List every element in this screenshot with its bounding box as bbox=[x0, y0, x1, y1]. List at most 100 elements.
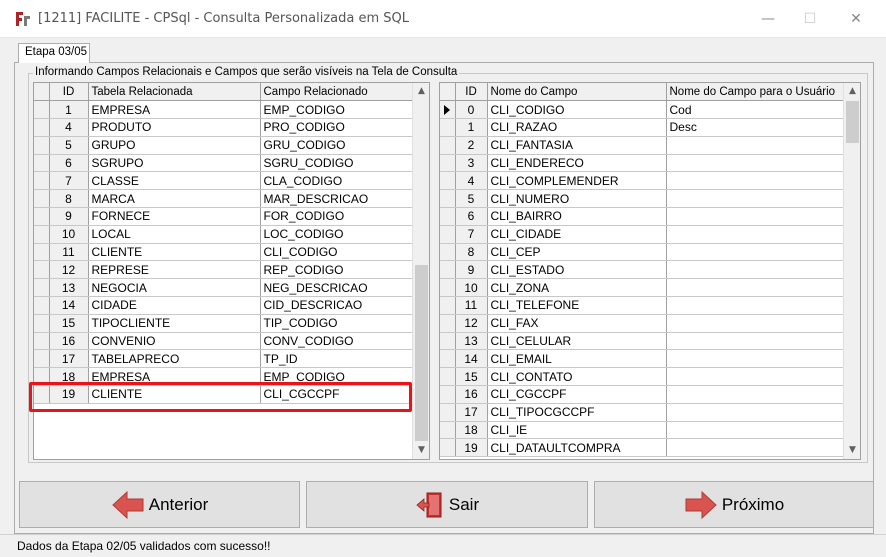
table-cell[interactable]: CLA_CODIGO bbox=[260, 171, 415, 191]
row-indicator[interactable] bbox=[440, 332, 456, 351]
table-cell[interactable]: CLI_DATAULTCOMPRA bbox=[487, 438, 667, 458]
fields-grid[interactable]: ID Nome do Campo Nome do Campo para o Us… bbox=[439, 82, 861, 460]
table-row[interactable]: 5 CLI_NUMERO bbox=[440, 189, 846, 209]
table-cell[interactable]: CONVENIO bbox=[88, 332, 261, 351]
table-cell[interactable]: MAR_DESCRICAO bbox=[260, 189, 415, 209]
table-row[interactable]: 11 CLI_TELEFONE bbox=[440, 296, 846, 315]
scroll-up-icon[interactable]: ▲ bbox=[413, 83, 429, 100]
table-cell[interactable]: CLI_CGCCPF bbox=[487, 385, 667, 404]
cell-id[interactable]: 3 bbox=[455, 154, 488, 173]
table-cell[interactable] bbox=[666, 438, 846, 458]
table-row[interactable]: 4 CLI_COMPLEMENDER bbox=[440, 171, 846, 191]
row-indicator[interactable] bbox=[440, 403, 456, 422]
row-indicator[interactable] bbox=[34, 314, 50, 333]
table-cell[interactable] bbox=[666, 296, 846, 315]
table-cell[interactable]: CIDADE bbox=[88, 296, 261, 315]
table-cell[interactable]: TIPOCLIENTE bbox=[88, 314, 261, 333]
table-cell[interactable]: PRODUTO bbox=[88, 118, 261, 137]
table-cell[interactable]: TP_ID bbox=[260, 349, 415, 369]
table-cell[interactable]: CLI_NUMERO bbox=[487, 189, 667, 209]
table-row[interactable]: 2 CLI_FANTASIA bbox=[440, 136, 846, 155]
table-row[interactable]: 10 LOCAL LOC_CODIGO bbox=[34, 225, 415, 244]
table-cell[interactable]: CLI_IE bbox=[487, 421, 667, 440]
proximo-button[interactable]: Próximo bbox=[594, 481, 874, 528]
row-indicator[interactable] bbox=[440, 100, 456, 120]
cell-id[interactable]: 6 bbox=[455, 207, 488, 226]
table-row[interactable]: 6 CLI_BAIRRO bbox=[440, 207, 846, 226]
table-cell[interactable]: SGRU_CODIGO bbox=[260, 154, 415, 173]
cell-id[interactable]: 16 bbox=[455, 385, 488, 404]
table-row[interactable]: 18 CLI_IE bbox=[440, 421, 846, 440]
table-cell[interactable]: Desc bbox=[666, 118, 846, 137]
table-row[interactable]: 8 MARCA MAR_DESCRICAO bbox=[34, 189, 415, 209]
cell-id[interactable]: 5 bbox=[49, 136, 89, 155]
row-indicator[interactable] bbox=[440, 349, 456, 369]
row-indicator[interactable] bbox=[440, 118, 456, 137]
row-indicator[interactable] bbox=[440, 314, 456, 333]
table-row[interactable]: 16 CLI_CGCCPF bbox=[440, 385, 846, 404]
cell-id[interactable]: 5 bbox=[455, 189, 488, 209]
minimize-button[interactable]: — bbox=[760, 12, 776, 26]
table-row[interactable]: 1 EMPRESA EMP_CODIGO bbox=[34, 100, 415, 120]
cell-id[interactable]: 6 bbox=[49, 154, 89, 173]
table-cell[interactable]: CLASSE bbox=[88, 171, 261, 191]
row-indicator[interactable] bbox=[440, 243, 456, 262]
table-row[interactable]: 12 CLI_FAX bbox=[440, 314, 846, 333]
table-cell[interactable]: CLI_CIDADE bbox=[487, 225, 667, 244]
table-cell[interactable] bbox=[666, 260, 846, 280]
table-cell[interactable]: TIP_CODIGO bbox=[260, 314, 415, 333]
table-cell[interactable]: CLI_BAIRRO bbox=[487, 207, 667, 226]
table-row[interactable]: 14 CIDADE CID_DESCRICAO bbox=[34, 296, 415, 315]
row-indicator[interactable] bbox=[34, 278, 50, 298]
cell-id[interactable]: 18 bbox=[455, 421, 488, 440]
maximize-button[interactable]: ☐ bbox=[802, 12, 818, 26]
row-indicator[interactable] bbox=[440, 189, 456, 209]
table-cell[interactable] bbox=[666, 136, 846, 155]
row-indicator[interactable] bbox=[440, 438, 456, 458]
row-indicator[interactable] bbox=[440, 296, 456, 315]
scroll-down-icon[interactable]: ▼ bbox=[413, 442, 429, 459]
table-cell[interactable]: NEGOCIA bbox=[88, 278, 261, 298]
table-cell[interactable]: SGRUPO bbox=[88, 154, 261, 173]
row-indicator[interactable] bbox=[440, 154, 456, 173]
column-header-id[interactable]: ID bbox=[455, 83, 488, 102]
table-cell[interactable]: TABELAPRECO bbox=[88, 349, 261, 369]
table-cell[interactable]: GRU_CODIGO bbox=[260, 136, 415, 155]
cell-id[interactable]: 4 bbox=[455, 171, 488, 191]
cell-id[interactable]: 8 bbox=[455, 243, 488, 262]
row-indicator[interactable] bbox=[440, 136, 456, 155]
cell-id[interactable]: 8 bbox=[49, 189, 89, 209]
table-cell[interactable]: CLIENTE bbox=[88, 243, 261, 262]
cell-id[interactable]: 16 bbox=[49, 332, 89, 351]
table-row[interactable]: 5 GRUPO GRU_CODIGO bbox=[34, 136, 415, 155]
table-cell[interactable]: CLI_ESTADO bbox=[487, 260, 667, 280]
row-indicator[interactable] bbox=[34, 171, 50, 191]
table-cell[interactable] bbox=[666, 154, 846, 173]
row-indicator[interactable] bbox=[34, 296, 50, 315]
table-row[interactable]: 12 REPRESE REP_CODIGO bbox=[34, 260, 415, 280]
row-indicator[interactable] bbox=[440, 207, 456, 226]
table-cell[interactable]: CLI_CEP bbox=[487, 243, 667, 262]
row-indicator[interactable] bbox=[440, 385, 456, 404]
anterior-button[interactable]: Anterior bbox=[19, 481, 300, 528]
cell-id[interactable]: 19 bbox=[455, 438, 488, 458]
column-header-id[interactable]: ID bbox=[49, 83, 89, 102]
table-cell[interactable] bbox=[666, 314, 846, 333]
cell-id[interactable]: 10 bbox=[49, 225, 89, 244]
scroll-thumb[interactable] bbox=[415, 265, 428, 441]
cell-id[interactable]: 12 bbox=[49, 260, 89, 280]
cell-id[interactable]: 2 bbox=[455, 136, 488, 155]
table-cell[interactable] bbox=[666, 225, 846, 244]
table-cell[interactable] bbox=[666, 278, 846, 298]
table-cell[interactable]: CLI_EMAIL bbox=[487, 349, 667, 369]
cell-id[interactable]: 9 bbox=[49, 207, 89, 226]
relations-grid-scrollbar[interactable]: ▲ ▼ bbox=[412, 83, 429, 459]
table-row[interactable]: 7 CLASSE CLA_CODIGO bbox=[34, 171, 415, 191]
table-row[interactable]: 1 CLI_RAZAO Desc bbox=[440, 118, 846, 137]
table-cell[interactable]: CID_DESCRICAO bbox=[260, 296, 415, 315]
table-cell[interactable]: CLI_TIPOCGCCPF bbox=[487, 403, 667, 422]
table-cell[interactable] bbox=[666, 385, 846, 404]
scroll-down-icon[interactable]: ▼ bbox=[844, 442, 860, 459]
table-cell[interactable]: CLI_TELEFONE bbox=[487, 296, 667, 315]
cell-id[interactable]: 15 bbox=[455, 367, 488, 387]
